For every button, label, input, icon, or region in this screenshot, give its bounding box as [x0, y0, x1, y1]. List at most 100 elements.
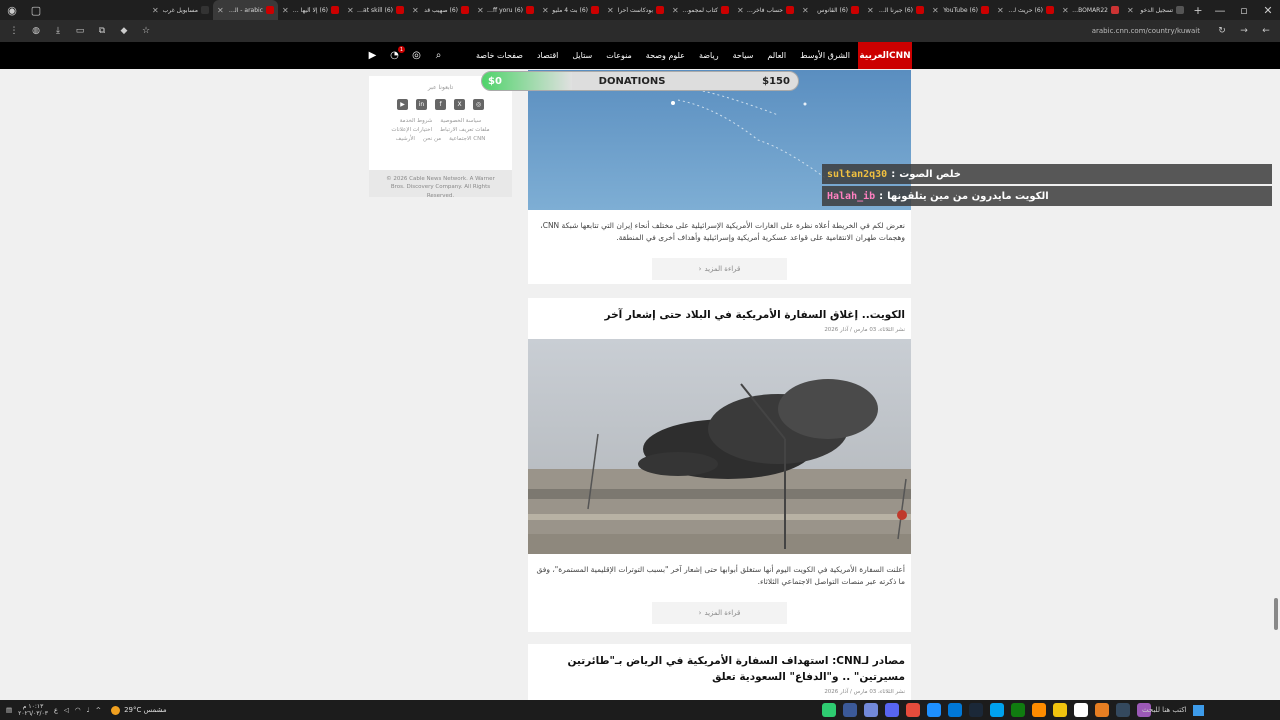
close-tab-icon[interactable]: ✕ — [347, 6, 354, 15]
taskbar-search[interactable]: اكتب هنا للبحث — [1142, 703, 1268, 717]
browser-tab[interactable]: ✕ (6) القانوس — [798, 0, 863, 20]
taskbar-app-icon[interactable] — [822, 703, 836, 717]
nav-link[interactable]: سياحة — [733, 51, 754, 60]
nav-link[interactable]: الشرق الأوسط — [800, 51, 850, 60]
browser-menu-icon[interactable]: ◉ — [0, 0, 24, 20]
nav-link[interactable]: منوعات — [606, 51, 632, 60]
bell-icon[interactable]: ◔ 1 — [388, 46, 405, 62]
page-scrollbar[interactable] — [1272, 70, 1280, 700]
taskbar-app-icon[interactable] — [969, 703, 983, 717]
browser-tab[interactable]: ✕ (6) صهيب قد — [408, 0, 473, 20]
star-icon[interactable]: ☆ — [138, 23, 154, 39]
close-tab-icon[interactable]: ✕ — [997, 6, 1004, 15]
close-tab-icon[interactable]: ✕ — [1062, 6, 1069, 15]
tray-overflow-icon[interactable]: ^ — [96, 706, 101, 714]
close-tab-icon[interactable]: ✕ — [737, 6, 744, 15]
legal-link[interactable]: سياسة الخصوصية — [440, 118, 481, 124]
taskbar-app-icon[interactable] — [948, 703, 962, 717]
taskbar-app-icon[interactable] — [927, 703, 941, 717]
close-tab-icon[interactable]: ✕ — [607, 6, 614, 15]
browser-tab[interactable]: ✕ (6) جبرنا القوي — [863, 0, 928, 20]
weather-widget[interactable]: 29°C مشمس — [111, 705, 167, 715]
browser-tab[interactable]: ✕ YouTube (6) — [928, 0, 993, 20]
close-tab-icon[interactable]: ✕ — [1127, 6, 1134, 15]
article-title[interactable]: الكويت.. إغلاق السفارة الأمريكية في البل… — [528, 298, 911, 324]
browser-tab[interactable]: ✕ (6) إلا أليها الرا — [278, 0, 343, 20]
windows-start-icon[interactable] — [1192, 704, 1204, 716]
download-icon[interactable]: ⤓ — [50, 23, 66, 39]
close-window-icon[interactable]: ✕ — [1256, 0, 1280, 20]
language-indicator[interactable]: ع — [54, 706, 58, 714]
shield-icon[interactable]: ◆ — [116, 23, 132, 39]
notification-icon[interactable]: ▤ — [6, 706, 12, 714]
browser-tab[interactable]: ✕حساب فاخر مت — [733, 0, 798, 20]
maximize-icon[interactable]: ▫ — [1232, 0, 1256, 20]
new-tab-button[interactable]: + — [1188, 4, 1208, 17]
tab-search-icon[interactable]: ▢ — [24, 0, 48, 20]
browser-tab[interactable]: ✕ (6) بث 4 مليو — [538, 0, 603, 20]
network-icon[interactable]: ◠ — [75, 706, 81, 714]
taskbar-app-icon[interactable] — [843, 703, 857, 717]
legal-link[interactable]: من نحن — [423, 136, 441, 142]
profile-icon[interactable]: ◍ — [28, 23, 44, 39]
refresh-icon[interactable]: ↻ — [1214, 23, 1230, 39]
sidebar-icon[interactable]: ▭ — [72, 23, 88, 39]
cnn-arabic-logo[interactable]: العربيةCNN — [858, 42, 912, 69]
legal-link[interactable]: CNN الاجتماعية — [449, 136, 485, 142]
close-tab-icon[interactable]: ✕ — [477, 6, 484, 15]
copy-icon[interactable]: ⧉ — [94, 23, 110, 39]
close-tab-icon[interactable]: ✕ — [802, 6, 809, 15]
volume-icon[interactable]: ◁ — [64, 706, 69, 714]
close-tab-icon[interactable]: ✕ — [867, 6, 874, 15]
legal-link[interactable]: الأرشيف — [396, 136, 415, 142]
browser-tab[interactable]: ✕ BOBOMAR22 — [1058, 0, 1123, 20]
legal-link[interactable]: شروط الخدمة — [400, 118, 433, 124]
taskbar-app-icon[interactable] — [906, 703, 920, 717]
close-tab-icon[interactable]: ✕ — [217, 6, 224, 15]
extensions-icon[interactable]: ⋮ — [6, 23, 22, 39]
youtube-icon[interactable]: ▶ — [397, 99, 408, 110]
close-tab-icon[interactable]: ✕ — [542, 6, 549, 15]
nav-link[interactable]: اقتصاد — [537, 51, 558, 60]
legal-link[interactable]: اختيارات الإعلانات — [391, 127, 432, 133]
x-icon[interactable]: X — [454, 99, 465, 110]
play-icon[interactable]: ▶ — [366, 49, 379, 62]
close-tab-icon[interactable]: ✕ — [282, 6, 289, 15]
browser-tab[interactable]: ✕arabic - الكويت — [213, 0, 278, 20]
taskbar-app-icon[interactable] — [1053, 703, 1067, 717]
article-photo[interactable] — [528, 338, 911, 554]
instagram-icon[interactable]: ◎ — [473, 99, 484, 110]
taskbar-app-icon[interactable] — [1095, 703, 1109, 717]
browser-tab[interactable]: ✕ تسجيل الدخو — [1123, 0, 1188, 20]
taskbar-app-icon[interactable] — [1011, 703, 1025, 717]
nav-link[interactable]: رياضة — [699, 51, 719, 60]
clock[interactable]: ١٠:١٣ م ٢٠٢٦/٠٣/٠٣ — [18, 703, 48, 717]
nav-link[interactable]: علوم وصحة — [646, 51, 685, 60]
scrollbar-thumb[interactable] — [1274, 598, 1278, 630]
user-icon[interactable]: ◎ — [410, 49, 423, 62]
browser-tab[interactable]: ✕Great skill (6) — [343, 0, 408, 20]
taskbar-app-icon[interactable] — [1032, 703, 1046, 717]
browser-tab[interactable]: ✕ كتاب لمجموعة — [668, 0, 733, 20]
taskbar-app-icon[interactable] — [990, 703, 1004, 717]
close-tab-icon[interactable]: ✕ — [932, 6, 939, 15]
linkedin-icon[interactable]: in — [416, 99, 427, 110]
browser-tab[interactable]: ✕ مسابويل غرب — [148, 0, 213, 20]
article-title[interactable]: مصادر لـCNN: استهداف السفارة الأمريكية ف… — [528, 644, 911, 686]
read-more-button[interactable]: قراءة المزيد ‹ — [652, 601, 787, 624]
browser-tab[interactable]: ✕ بودكاست أحرا — [603, 0, 668, 20]
back-icon[interactable]: ← — [1258, 23, 1274, 39]
search-icon[interactable]: ⌕ — [432, 49, 445, 62]
minimize-icon[interactable]: — — [1208, 0, 1232, 20]
browser-tab[interactable]: ✕ (6) حريث لعب — [993, 0, 1058, 20]
close-tab-icon[interactable]: ✕ — [672, 6, 679, 15]
legal-link[interactable]: ملفات تعريف الارتباط — [440, 127, 490, 133]
url-field[interactable]: arabic.cnn.com/country/kuwait — [160, 27, 1208, 35]
taskbar-app-icon[interactable] — [1074, 703, 1088, 717]
read-more-button[interactable]: قراءة المزيد ‹ — [652, 258, 787, 280]
close-tab-icon[interactable]: ✕ — [152, 6, 159, 15]
nav-link[interactable]: صفحات خاصة — [476, 51, 523, 60]
mic-icon[interactable]: ♩ — [87, 706, 90, 714]
close-tab-icon[interactable]: ✕ — [412, 6, 419, 15]
browser-tab[interactable]: ✕Tariff yoru (6) — [473, 0, 538, 20]
